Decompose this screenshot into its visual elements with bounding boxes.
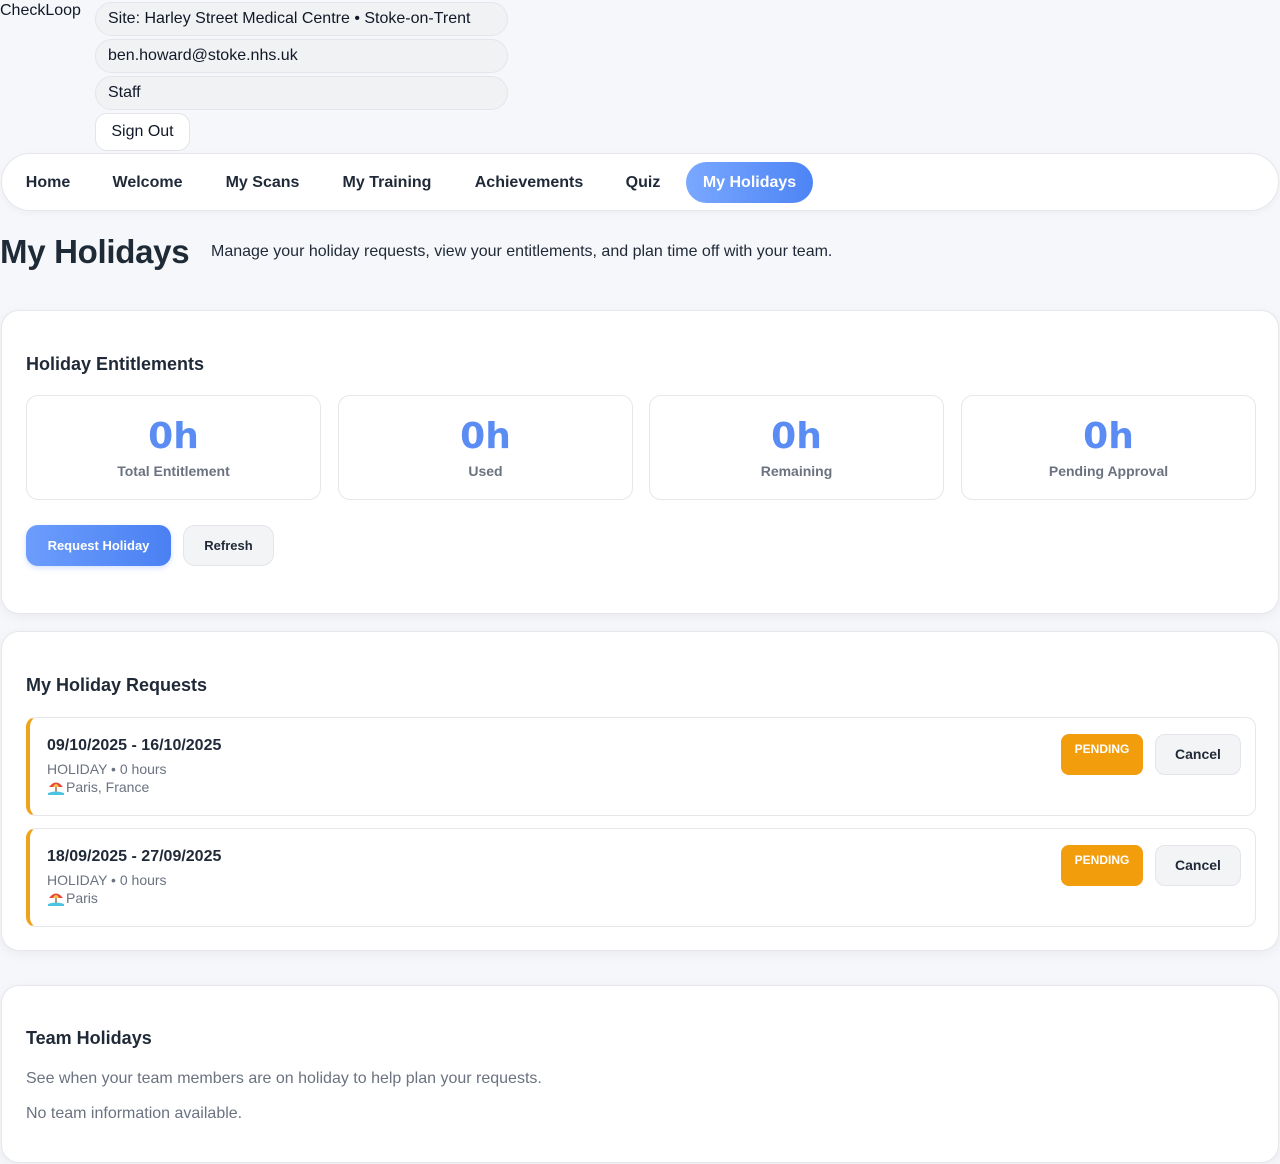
nav-item-home[interactable]: Home (15, 162, 81, 203)
user-email-pill: ben.howard@stoke.nhs.uk (95, 39, 508, 73)
team-empty-state: No team information available. (26, 1105, 243, 1122)
requests-title: My Holiday Requests (26, 675, 208, 695)
stat-value: 0h (460, 416, 511, 457)
refresh-button[interactable]: Refresh (183, 525, 274, 566)
sign-out-button[interactable]: Sign Out (95, 113, 190, 151)
request-meta: HOLIDAY • 0 hours (47, 761, 167, 777)
request-meta: HOLIDAY • 0 hours (47, 872, 167, 888)
stat-remaining: 0h Remaining (649, 395, 944, 500)
team-title: Team Holidays (26, 1028, 152, 1048)
stat-value: 0h (771, 416, 822, 457)
stat-label: Remaining (760, 463, 833, 479)
cancel-request-button[interactable]: Cancel (1155, 845, 1241, 886)
request-location: Paris (47, 890, 98, 906)
stat-label: Used (468, 463, 503, 479)
request-holiday-button[interactable]: Request Holiday (26, 525, 171, 566)
team-holidays-card: Team Holidays See when your team members… (1, 985, 1279, 1163)
site-pill: Site: Harley Street Medical Centre • Sto… (95, 2, 508, 36)
stat-label: Total Entitlement (117, 463, 230, 479)
stat-pending-approval: 0h Pending Approval (961, 395, 1256, 500)
nav-item-welcome[interactable]: Welcome (101, 162, 194, 203)
app-header: CheckLoop Site: Harley Street Medical Ce… (0, 0, 520, 152)
stat-value: 0h (1083, 416, 1134, 457)
location-text: Paris, France (66, 779, 150, 795)
beach-umbrella-icon (48, 893, 64, 906)
nav-item-my-holidays[interactable]: My Holidays (686, 162, 813, 203)
nav-item-my-training[interactable]: My Training (331, 162, 443, 203)
main-nav: Home Welcome My Scans My Training Achiev… (1, 153, 1279, 211)
nav-item-quiz[interactable]: Quiz (615, 162, 671, 203)
request-dates: 09/10/2025 - 16/10/2025 (47, 737, 222, 754)
page-title: My Holidays (0, 233, 190, 270)
page-subtitle: Manage your holiday requests, view your … (211, 243, 833, 260)
request-location: Paris, France (47, 779, 149, 795)
entitlements-card: Holiday Entitlements 0h Total Entitlemen… (1, 310, 1279, 614)
nav-item-my-scans[interactable]: My Scans (214, 162, 311, 203)
list-item: 09/10/2025 - 16/10/2025 HOLIDAY • 0 hour… (26, 717, 1256, 816)
team-description: See when your team members are on holida… (26, 1070, 542, 1087)
request-dates: 18/09/2025 - 27/09/2025 (47, 848, 222, 865)
entitlements-title: Holiday Entitlements (26, 354, 205, 374)
stat-total-entitlement: 0h Total Entitlement (26, 395, 321, 500)
brand-logo[interactable]: CheckLoop (0, 2, 81, 20)
location-text: Paris (66, 890, 98, 906)
cancel-request-button[interactable]: Cancel (1155, 734, 1241, 775)
nav-item-achievements[interactable]: Achievements (463, 162, 595, 203)
stat-value: 0h (148, 416, 199, 457)
holiday-requests-card: My Holiday Requests 09/10/2025 - 16/10/2… (1, 631, 1279, 951)
list-item: 18/09/2025 - 27/09/2025 HOLIDAY • 0 hour… (26, 828, 1256, 927)
beach-umbrella-icon (48, 782, 64, 795)
user-role-pill: Staff (95, 76, 508, 110)
status-badge: PENDING (1061, 845, 1143, 886)
stat-label: Pending Approval (1048, 463, 1169, 479)
status-badge: PENDING (1061, 734, 1143, 775)
stat-used: 0h Used (338, 395, 633, 500)
